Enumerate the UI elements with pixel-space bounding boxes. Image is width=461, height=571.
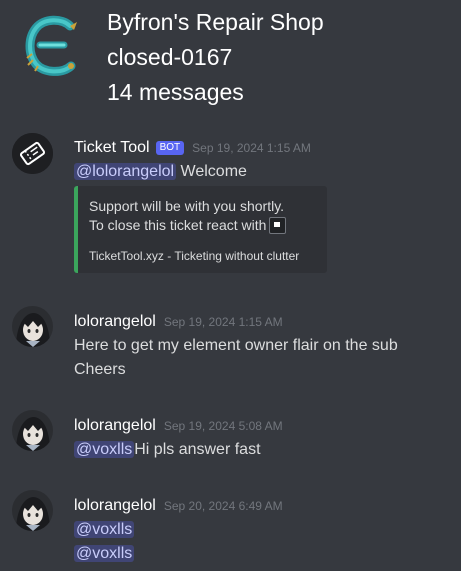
- anime-character-avatar-icon: [12, 490, 53, 531]
- message-text: Here to get my element owner flair on th…: [74, 337, 398, 354]
- user-mention[interactable]: @lolorangelol: [74, 163, 177, 180]
- channel-name: closed-0167: [107, 44, 233, 70]
- message-timestamp: Sep 19, 2024 5:08 AM: [163, 419, 283, 433]
- bot-badge: BOT: [155, 141, 185, 155]
- user-avatar[interactable]: [12, 410, 53, 451]
- message-count: 14 messages: [107, 79, 244, 105]
- message-text: Hi pls answer fast: [134, 441, 261, 458]
- channel-header: Byfron's Repair Shop closed-0167 14 mess…: [0, 0, 461, 115]
- user-avatar[interactable]: [12, 306, 53, 347]
- ticket-embed: Support will be with you shortly. To clo…: [74, 186, 327, 273]
- lock-emoji-icon: [269, 217, 287, 234]
- message-text: Cheers: [74, 361, 126, 378]
- author-name[interactable]: Ticket Tool: [74, 139, 150, 156]
- message-text: Welcome: [180, 163, 247, 180]
- server-logo-icon: [24, 14, 82, 76]
- anime-character-avatar-icon: [12, 306, 53, 347]
- message-timestamp: Sep 19, 2024 1:15 AM: [192, 141, 311, 155]
- user-mention[interactable]: @voxlls: [74, 441, 135, 458]
- server-name: Byfron's Repair Shop: [107, 9, 324, 35]
- author-name[interactable]: lolorangelol: [74, 417, 156, 434]
- user-avatar[interactable]: [12, 490, 53, 531]
- user-mention[interactable]: @voxlls: [74, 521, 135, 538]
- user-mention[interactable]: @voxlls: [74, 545, 135, 562]
- embed-description-line: To close this ticket react with: [89, 217, 287, 234]
- embed-footer: TicketTool.xyz - Ticketing without clutt…: [89, 249, 300, 263]
- message-timestamp: Sep 20, 2024 6:49 AM: [163, 499, 283, 513]
- anime-character-avatar-icon: [12, 410, 53, 451]
- embed-description-line: Support will be with you shortly.: [89, 198, 285, 214]
- ticket-tool-avatar[interactable]: [12, 133, 53, 174]
- ticket-icon: [12, 133, 53, 174]
- author-name[interactable]: lolorangelol: [74, 497, 156, 514]
- author-name[interactable]: lolorangelol: [74, 313, 156, 330]
- message-timestamp: Sep 19, 2024 1:15 AM: [163, 315, 283, 329]
